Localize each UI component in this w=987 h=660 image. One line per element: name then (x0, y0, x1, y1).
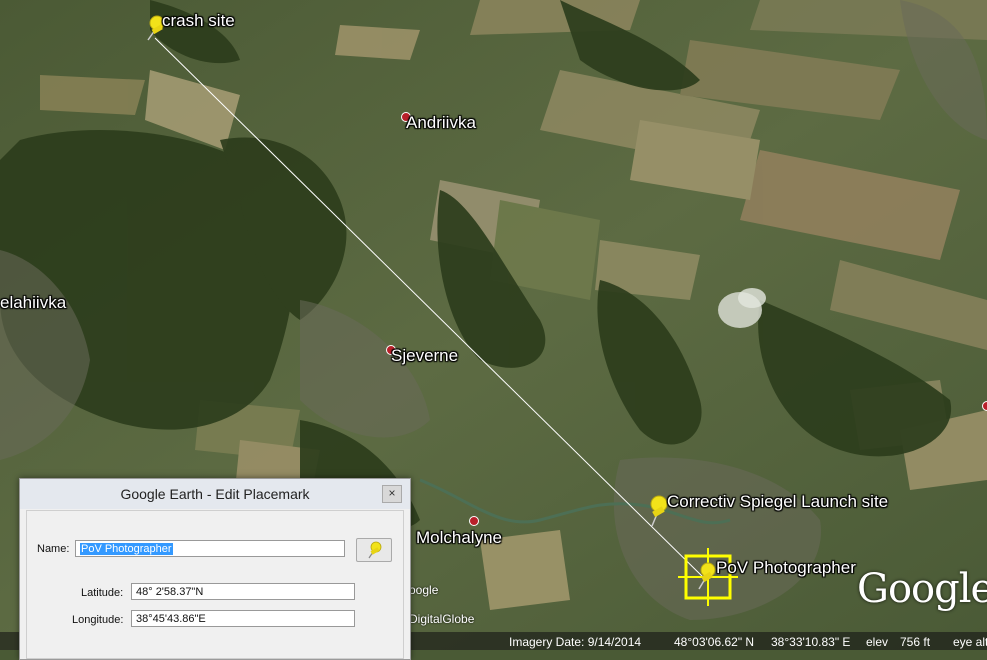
close-button[interactable]: × (382, 485, 402, 503)
latitude-field[interactable]: 48° 2'58.37"N (131, 583, 355, 600)
google-logo: Google (857, 566, 987, 612)
placemark-icon-button[interactable] (356, 538, 392, 562)
elevation-label: elev (866, 635, 889, 649)
name-field-value: PoV Photographer (80, 543, 173, 555)
name-field[interactable]: PoV Photographer (75, 540, 345, 557)
edit-placemark-dialog[interactable]: Google Earth - Edit Placemark × Name: Po… (19, 478, 411, 660)
town-dot-molchalyne[interactable] (469, 516, 479, 526)
name-label: Name: (37, 543, 70, 555)
imagery-date: Imagery Date: 9/14/2014 (509, 635, 642, 649)
dialog-title: Google Earth - Edit Placemark (120, 486, 310, 502)
eye-altitude-label: eye alt (953, 635, 987, 649)
placemark-label-crash-site[interactable]: crash site (162, 11, 235, 31)
dialog-body: Name: PoV Photographer Latitude: 48° 2'5… (26, 510, 404, 659)
longitude-label: Longitude: (72, 614, 124, 626)
digitalglobe-credit: DigitalGlobe (409, 612, 475, 626)
dialog-titlebar[interactable]: Google Earth - Edit Placemark × (20, 479, 410, 509)
longitude-field[interactable]: 38°45'43.86"E (131, 610, 355, 627)
google-credit-text: oogle (409, 583, 439, 597)
cursor-longitude: 38°33'10.83" E (771, 635, 851, 649)
place-label-molchalyne[interactable]: Molchalyne (416, 528, 502, 548)
town-dot-offscreen[interactable] (982, 401, 987, 411)
place-label-elahiivka[interactable]: elahiivka (0, 293, 66, 313)
placemark-label-pov[interactable]: PoV Photographer (716, 558, 856, 578)
latitude-label: Latitude: (81, 587, 124, 599)
placemark-label-launch-site[interactable]: Correctiv Spiegel Launch site (667, 492, 888, 512)
elevation-value: 756 ft (900, 635, 931, 649)
cursor-latitude: 48°03'06.62" N (674, 635, 755, 649)
place-label-sjeverne[interactable]: Sjeverne (391, 346, 458, 366)
pushpin-icon (368, 541, 382, 559)
place-label-andriivka[interactable]: Andriivka (406, 113, 476, 133)
